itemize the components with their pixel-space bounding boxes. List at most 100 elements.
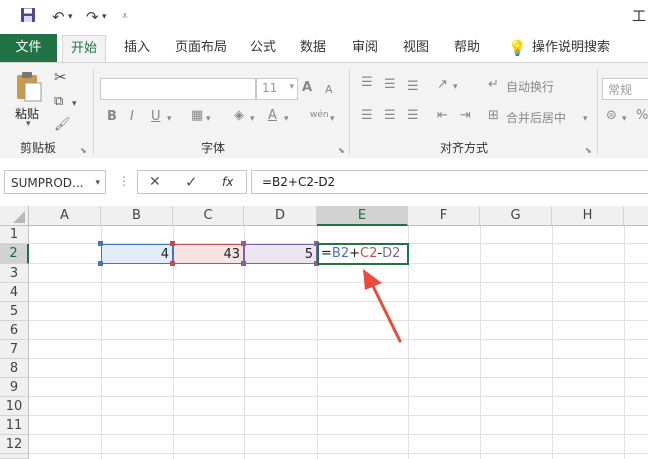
tab-view[interactable]: 视图	[403, 34, 429, 62]
redo-dropdown-icon[interactable]: ▾	[102, 7, 107, 27]
underline-dropdown-icon[interactable]: ▾	[167, 111, 172, 127]
select-all-corner[interactable]	[0, 206, 29, 226]
format-painter-icon[interactable]: 🖌	[54, 117, 71, 133]
tab-review[interactable]: 审阅	[352, 34, 378, 62]
name-box-dropdown-icon[interactable]: ▾	[95, 171, 100, 195]
cancel-icon[interactable]: ✕	[149, 174, 161, 190]
row-header-4[interactable]: 4	[0, 283, 29, 302]
tab-data[interactable]: 数据	[300, 34, 326, 62]
phonetic-icon[interactable]: wén	[310, 107, 329, 123]
orientation-dropdown-icon[interactable]: ▾	[453, 79, 458, 95]
font-launcher-icon[interactable]: ⬊	[338, 143, 345, 159]
name-box[interactable]: SUMPROD... ▾	[4, 170, 106, 194]
range-handle[interactable]	[170, 241, 175, 246]
borders-icon[interactable]: ▦	[191, 108, 203, 124]
increase-font-icon[interactable]: A	[302, 80, 312, 96]
row-header-7[interactable]: 7	[0, 340, 29, 359]
decrease-indent-icon[interactable]: ⇤	[437, 108, 448, 124]
tab-page-layout[interactable]: 页面布局	[175, 34, 227, 62]
row-header-10[interactable]: 10	[0, 397, 29, 416]
range-handle[interactable]	[98, 241, 103, 246]
cell-c2[interactable]: 43	[173, 244, 244, 264]
row-header-5[interactable]: 5	[0, 302, 29, 321]
font-color-dropdown-icon[interactable]: ▾	[284, 111, 289, 127]
align-center-icon[interactable]: ☰	[384, 108, 396, 124]
copy-dropdown-icon[interactable]: ▾	[72, 96, 77, 112]
column-header-f[interactable]: F	[408, 206, 480, 226]
paste-dropdown-icon[interactable]: ▾	[26, 119, 31, 129]
range-handle[interactable]	[98, 261, 103, 266]
cell-b2[interactable]: 4	[101, 244, 173, 264]
undo-icon[interactable]: ↶	[52, 7, 65, 27]
align-left-icon[interactable]: ☰	[361, 108, 373, 124]
redo-icon[interactable]: ↷	[86, 7, 99, 27]
number-format-select[interactable]: 常规	[602, 78, 648, 100]
worksheet-grid[interactable]: A B C D E F G H 1 2 3 4 5 6 7 8 9 10 11 …	[0, 206, 648, 459]
row-header-9[interactable]: 9	[0, 378, 29, 397]
fill-color-dropdown-icon[interactable]: ▾	[250, 111, 255, 127]
align-middle-icon[interactable]: ☰	[384, 77, 396, 93]
undo-dropdown-icon[interactable]: ▾	[68, 7, 73, 27]
tell-me-search[interactable]: 操作说明搜索	[532, 34, 610, 62]
column-header-a[interactable]: A	[29, 206, 101, 226]
wrap-text-icon[interactable]: ↵	[488, 77, 499, 93]
decrease-font-icon[interactable]: A	[325, 82, 333, 98]
column-header-partial[interactable]	[624, 206, 648, 226]
column-header-e[interactable]: E	[317, 206, 408, 226]
font-color-icon[interactable]: A	[268, 108, 277, 124]
row-header-2[interactable]: 2	[0, 244, 29, 264]
underline-button[interactable]: U	[151, 109, 161, 125]
copy-icon[interactable]: ⧉	[54, 94, 63, 110]
accounting-dropdown-icon[interactable]: ▾	[622, 111, 627, 127]
tab-help[interactable]: 帮助	[454, 34, 480, 62]
increase-indent-icon[interactable]: ⇥	[460, 108, 471, 124]
bold-button[interactable]: B	[107, 109, 117, 125]
enter-icon[interactable]: ✓	[185, 173, 198, 191]
row-header-8[interactable]: 8	[0, 359, 29, 378]
range-handle[interactable]	[241, 261, 246, 266]
wrap-text-button[interactable]: 自动换行	[506, 79, 554, 95]
row-header-6[interactable]: 6	[0, 321, 29, 340]
row-header-partial[interactable]	[0, 454, 29, 459]
column-header-b[interactable]: B	[101, 206, 173, 226]
percent-icon[interactable]: %	[636, 108, 648, 124]
tab-formulas[interactable]: 公式	[250, 34, 276, 62]
merge-center-button[interactable]: 合并后居中	[506, 110, 566, 126]
clipboard-launcher-icon[interactable]: ⬊	[80, 143, 87, 159]
insert-function-icon[interactable]: fx	[222, 175, 233, 189]
column-header-g[interactable]: G	[480, 206, 552, 226]
row-header-12[interactable]: 12	[0, 435, 29, 454]
customize-toolbar-icon[interactable]: ⩡	[122, 7, 128, 27]
italic-button[interactable]: I	[130, 109, 134, 125]
merge-dropdown-icon[interactable]: ▾	[583, 111, 588, 127]
orientation-icon[interactable]: ↗	[437, 77, 448, 93]
merge-center-icon[interactable]: ⊞	[488, 108, 499, 124]
row-header-11[interactable]: 11	[0, 416, 29, 435]
range-handle[interactable]	[170, 261, 175, 266]
cut-icon[interactable]: ✂	[54, 69, 67, 85]
accounting-format-icon[interactable]: ⊜	[606, 108, 617, 124]
tab-home[interactable]: 开始	[62, 35, 106, 63]
column-header-c[interactable]: C	[173, 206, 244, 226]
formula-input[interactable]: =B2+C2-D2	[251, 170, 648, 194]
font-size-select[interactable]: 11 ▾	[256, 78, 298, 100]
phonetic-dropdown-icon[interactable]: ▾	[330, 111, 335, 127]
tab-insert[interactable]: 插入	[124, 34, 150, 62]
fill-color-icon[interactable]: ◈	[234, 108, 244, 124]
row-header-3[interactable]: 3	[0, 264, 29, 283]
align-top-icon[interactable]: ☰	[361, 75, 373, 91]
cell-e2-active[interactable]: =B2+C2-D2	[317, 243, 409, 265]
range-handle[interactable]	[241, 241, 246, 246]
paste-icon[interactable]	[14, 71, 44, 103]
cell-d2[interactable]: 5	[244, 244, 317, 264]
column-header-h[interactable]: H	[552, 206, 624, 226]
align-bottom-icon[interactable]: ☰	[407, 79, 419, 95]
tab-file[interactable]: 文件	[0, 34, 57, 62]
column-header-d[interactable]: D	[244, 206, 317, 226]
save-icon[interactable]	[20, 7, 36, 27]
row-header-1[interactable]: 1	[0, 226, 29, 244]
font-name-select[interactable]	[100, 78, 256, 100]
borders-dropdown-icon[interactable]: ▾	[206, 111, 211, 127]
alignment-launcher-icon[interactable]: ⬊	[585, 143, 592, 159]
align-right-icon[interactable]: ☰	[407, 108, 419, 124]
